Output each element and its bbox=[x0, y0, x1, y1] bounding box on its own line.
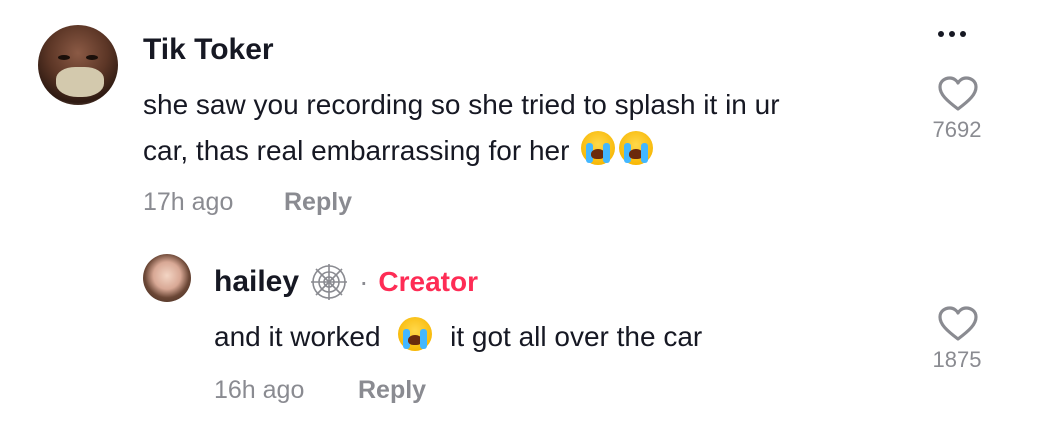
reply-text-after: it got all over the car bbox=[450, 321, 703, 352]
loudly-crying-face-emoji bbox=[581, 131, 616, 165]
reply-button[interactable]: Reply bbox=[358, 376, 426, 405]
reply-header: hailey · Creator bbox=[214, 262, 478, 302]
reply-text: and it worked it got all over the car bbox=[214, 314, 702, 360]
separator-dot: · bbox=[359, 266, 369, 297]
comment-text: she saw you recording so she tried to sp… bbox=[143, 82, 780, 174]
comment-text-line2-text: car, thas real embarrassing for her bbox=[143, 135, 570, 166]
reply-text-before: and it worked bbox=[214, 321, 381, 352]
avatar-eye bbox=[86, 55, 98, 60]
heart-outline-icon[interactable] bbox=[938, 76, 978, 112]
loudly-crying-face-emoji bbox=[619, 131, 654, 165]
comment-text-line1: she saw you recording so she tried to sp… bbox=[143, 89, 780, 120]
heart-outline-icon[interactable] bbox=[938, 306, 978, 342]
avatar[interactable] bbox=[38, 25, 118, 105]
spiderweb-emoji bbox=[309, 262, 349, 302]
loudly-crying-face-emoji bbox=[398, 317, 433, 351]
creator-badge: Creator bbox=[378, 266, 478, 297]
reply-username[interactable]: hailey bbox=[214, 265, 299, 299]
avatar-hand bbox=[56, 67, 104, 97]
more-horizontal-icon[interactable] bbox=[938, 24, 971, 42]
comment-username[interactable]: Tik Toker bbox=[143, 33, 274, 67]
like-count: 7692 bbox=[932, 117, 982, 142]
avatar-eye bbox=[58, 55, 70, 60]
comment-text-line2: car, thas real embarrassing for her bbox=[143, 128, 780, 174]
avatar[interactable] bbox=[143, 254, 191, 302]
comment-timestamp: 17h ago bbox=[143, 188, 234, 216]
reply-timestamp: 16h ago bbox=[214, 376, 305, 404]
like-count: 1875 bbox=[932, 347, 982, 372]
reply-button[interactable]: Reply bbox=[284, 188, 352, 217]
